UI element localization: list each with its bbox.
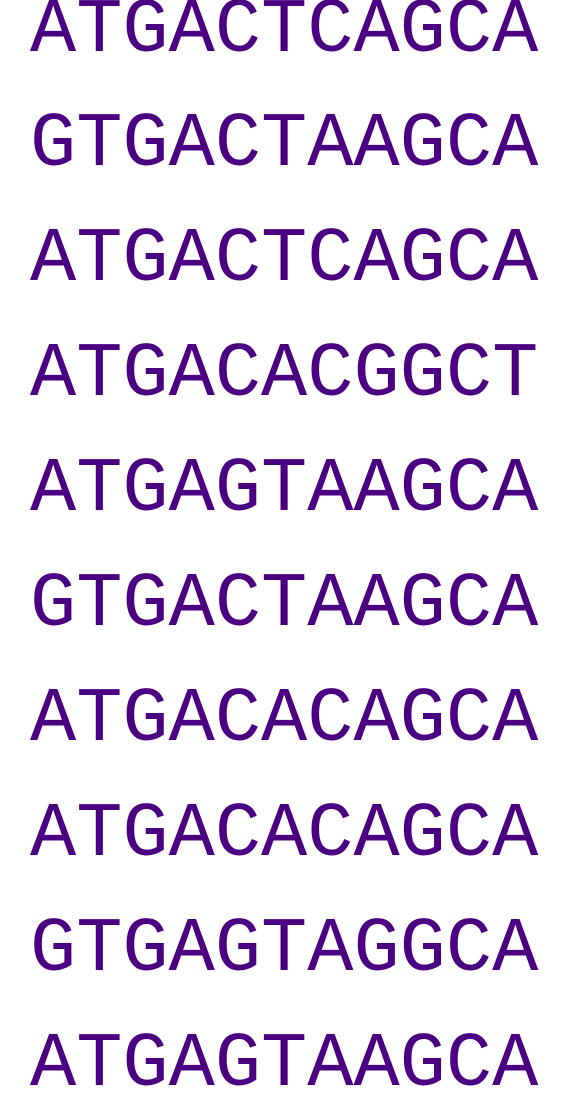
sequence-line-5: ATGAGTAAGCA (30, 447, 539, 534)
sequence-line-3: ATGACTCAGCA (30, 217, 539, 304)
sequence-line-2: GTGACTAAGCA (30, 102, 539, 189)
sequence-line-6: GTGACTAAGCA (30, 562, 539, 649)
sequence-line-10: ATGAGTAAGCA (30, 1022, 539, 1109)
sequence-line-1: ATGACTCAGCA (30, 0, 539, 75)
sequence-line-7: ATGACACAGCA (30, 677, 539, 764)
sequence-list: ATGACTCAGCA GTGACTAAGCA ATGACTCAGCA ATGA… (0, 0, 570, 1109)
sequence-line-9: GTGAGTAGGCA (30, 907, 539, 994)
sequence-line-4: ATGACACGGCT (30, 332, 539, 419)
sequence-line-8: ATGACACAGCA (30, 792, 539, 879)
